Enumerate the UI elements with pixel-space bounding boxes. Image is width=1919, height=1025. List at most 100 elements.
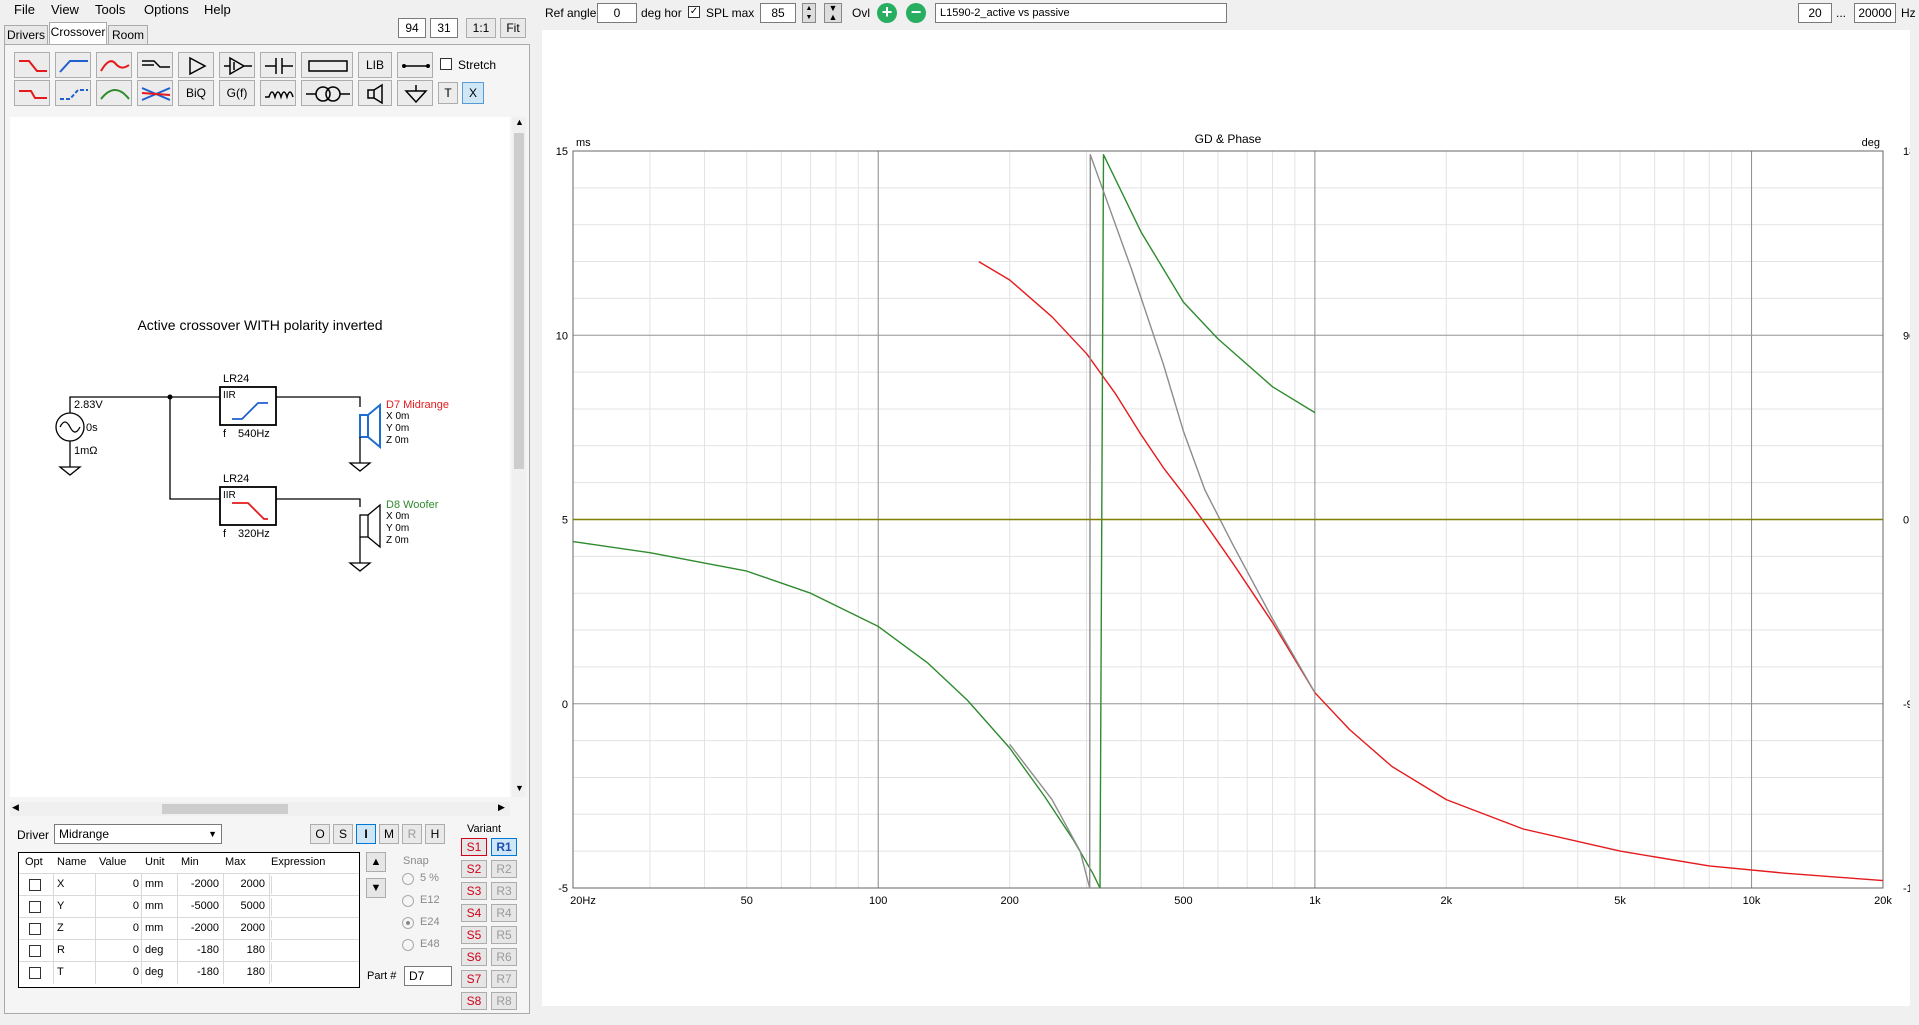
param-value[interactable]: 0 bbox=[109, 944, 139, 956]
variant-s5-button[interactable]: S5 bbox=[461, 926, 487, 944]
delete-tool-button[interactable]: X bbox=[462, 82, 484, 104]
param-expression[interactable] bbox=[271, 964, 356, 982]
schematic-hscroll[interactable]: ◀ ▶ bbox=[10, 802, 510, 816]
variant-s3-button[interactable]: S3 bbox=[461, 882, 487, 900]
variant-s8-button[interactable]: S8 bbox=[461, 992, 487, 1010]
param-expression[interactable] bbox=[271, 898, 356, 916]
param-min[interactable]: -2000 bbox=[181, 922, 219, 934]
highpass-blue-tool[interactable] bbox=[55, 52, 91, 78]
variant-r2-button[interactable]: R2 bbox=[491, 860, 517, 878]
menu-options[interactable]: Options bbox=[144, 2, 189, 17]
param-expression[interactable] bbox=[271, 920, 356, 938]
param-max[interactable]: 180 bbox=[225, 966, 265, 978]
param-min[interactable]: -2000 bbox=[181, 878, 219, 890]
scroll-right-icon[interactable]: ▶ bbox=[498, 802, 505, 813]
driver-select[interactable]: Midrange ▼ bbox=[54, 824, 222, 844]
freq-max-field[interactable]: 20000 bbox=[1854, 3, 1896, 23]
opt-checkbox[interactable] bbox=[29, 879, 41, 891]
mode-button-s[interactable]: S bbox=[333, 824, 353, 844]
mode-button-o[interactable]: O bbox=[310, 824, 330, 844]
hscroll-thumb[interactable] bbox=[162, 804, 288, 814]
remove-overlay-icon[interactable]: − bbox=[906, 3, 926, 23]
menu-help[interactable]: Help bbox=[204, 2, 231, 17]
ground-icon[interactable] bbox=[397, 80, 433, 106]
param-min[interactable]: -180 bbox=[181, 944, 219, 956]
variant-r3-button[interactable]: R3 bbox=[491, 882, 517, 900]
driver1-label[interactable]: D7 Midrange bbox=[386, 399, 449, 411]
param-value[interactable]: 0 bbox=[109, 878, 139, 890]
variant-r6-button[interactable]: R6 bbox=[491, 948, 517, 966]
gd-phase-chart[interactable]: 20Hz501002005001k2k5k10k20k151050-518090… bbox=[542, 30, 1919, 1006]
scroll-down-icon[interactable]: ▼ bbox=[515, 783, 524, 793]
zoom-1to1-button[interactable]: 1:1 bbox=[466, 18, 496, 38]
param-value[interactable]: 0 bbox=[109, 900, 139, 912]
tab-crossover[interactable]: Crossover bbox=[49, 22, 107, 45]
opt-checkbox[interactable] bbox=[29, 923, 41, 935]
param-expression[interactable] bbox=[271, 942, 356, 960]
opt-checkbox[interactable] bbox=[29, 967, 41, 979]
mode-button-m[interactable]: M bbox=[379, 824, 399, 844]
tab-drivers[interactable]: Drivers bbox=[4, 25, 48, 44]
lowpass-red-tool[interactable] bbox=[14, 80, 50, 106]
variant-s4-button[interactable]: S4 bbox=[461, 904, 487, 922]
biquad-button[interactable]: BiQ bbox=[178, 80, 214, 106]
zoom-y-field[interactable]: 31 bbox=[430, 18, 458, 38]
menu-view[interactable]: View bbox=[51, 2, 79, 17]
inductor-icon[interactable] bbox=[260, 80, 296, 106]
schematic-vscroll[interactable]: ▲ ▼ bbox=[512, 117, 526, 797]
mode-button-i[interactable]: I bbox=[356, 824, 376, 844]
driver-parameter-table[interactable]: Opt Name Value Unit Min Max Expression X 0 mm -20… bbox=[18, 852, 360, 988]
param-min[interactable]: -5000 bbox=[181, 900, 219, 912]
scroll-left-icon[interactable]: ◀ bbox=[12, 802, 19, 813]
snap-radio-e48[interactable] bbox=[402, 939, 414, 951]
spl-max-field[interactable]: 85 bbox=[760, 3, 796, 23]
capacitor-icon[interactable] bbox=[260, 52, 296, 78]
opt-checkbox[interactable] bbox=[29, 901, 41, 913]
spl-spinner-icon[interactable]: ▲ ▼ bbox=[802, 3, 816, 23]
highpass-red-tool[interactable] bbox=[14, 52, 50, 78]
snap-radio-5[interactable] bbox=[402, 873, 414, 885]
shelf-tool[interactable] bbox=[137, 52, 173, 78]
move-up-icon[interactable]: ▲ bbox=[366, 852, 386, 872]
param-expression[interactable] bbox=[271, 876, 356, 894]
stretch-checkbox[interactable] bbox=[440, 58, 452, 70]
opt-checkbox[interactable] bbox=[29, 945, 41, 957]
text-tool-button[interactable]: T bbox=[438, 82, 458, 104]
snap-radio-e24[interactable] bbox=[402, 917, 414, 929]
variant-r7-button[interactable]: R7 bbox=[491, 970, 517, 988]
allpass-blue-tool[interactable] bbox=[55, 80, 91, 106]
add-overlay-icon[interactable]: + bbox=[877, 3, 897, 23]
spl-expand-icon[interactable]: ▼ ▲ bbox=[824, 3, 842, 23]
transformer-icon[interactable] bbox=[301, 80, 353, 106]
param-value[interactable]: 0 bbox=[109, 922, 139, 934]
table-row[interactable]: Y 0 mm -5000 5000 bbox=[19, 895, 359, 918]
spl-max-checkbox[interactable]: ✓ bbox=[688, 6, 700, 18]
param-max[interactable]: 2000 bbox=[225, 922, 265, 934]
vscroll-thumb[interactable] bbox=[514, 133, 524, 469]
driver2-label[interactable]: D8 Woofer bbox=[386, 499, 438, 511]
buffer-icon[interactable] bbox=[219, 52, 255, 78]
transfer-function-button[interactable]: G(f) bbox=[219, 80, 255, 106]
table-row[interactable]: R 0 deg -180 180 bbox=[19, 939, 359, 962]
variant-r8-button[interactable]: R8 bbox=[491, 992, 517, 1010]
variant-s7-button[interactable]: S7 bbox=[461, 970, 487, 988]
tab-room[interactable]: Room bbox=[108, 25, 148, 44]
param-max[interactable]: 5000 bbox=[225, 900, 265, 912]
param-value[interactable]: 0 bbox=[109, 966, 139, 978]
scroll-up-icon[interactable]: ▲ bbox=[515, 117, 524, 127]
variant-r4-button[interactable]: R4 bbox=[491, 904, 517, 922]
snap-radio-e12[interactable] bbox=[402, 895, 414, 907]
overlay-name-field[interactable]: L1590-2_active vs passive bbox=[935, 3, 1227, 23]
peak-green-tool[interactable] bbox=[96, 80, 132, 106]
move-down-icon[interactable]: ▼ bbox=[366, 878, 386, 898]
mode-button-h[interactable]: H bbox=[425, 824, 445, 844]
zoom-fit-button[interactable]: Fit bbox=[500, 18, 526, 38]
wire-icon[interactable] bbox=[397, 52, 433, 78]
table-row[interactable]: X 0 mm -2000 2000 bbox=[19, 873, 359, 896]
variant-s1-button[interactable]: S1 bbox=[461, 838, 487, 856]
param-max[interactable]: 180 bbox=[225, 944, 265, 956]
amplifier-icon[interactable] bbox=[178, 52, 214, 78]
part-number-field[interactable]: D7 bbox=[404, 966, 452, 986]
param-max[interactable]: 2000 bbox=[225, 878, 265, 890]
zoom-x-field[interactable]: 94 bbox=[398, 18, 426, 38]
